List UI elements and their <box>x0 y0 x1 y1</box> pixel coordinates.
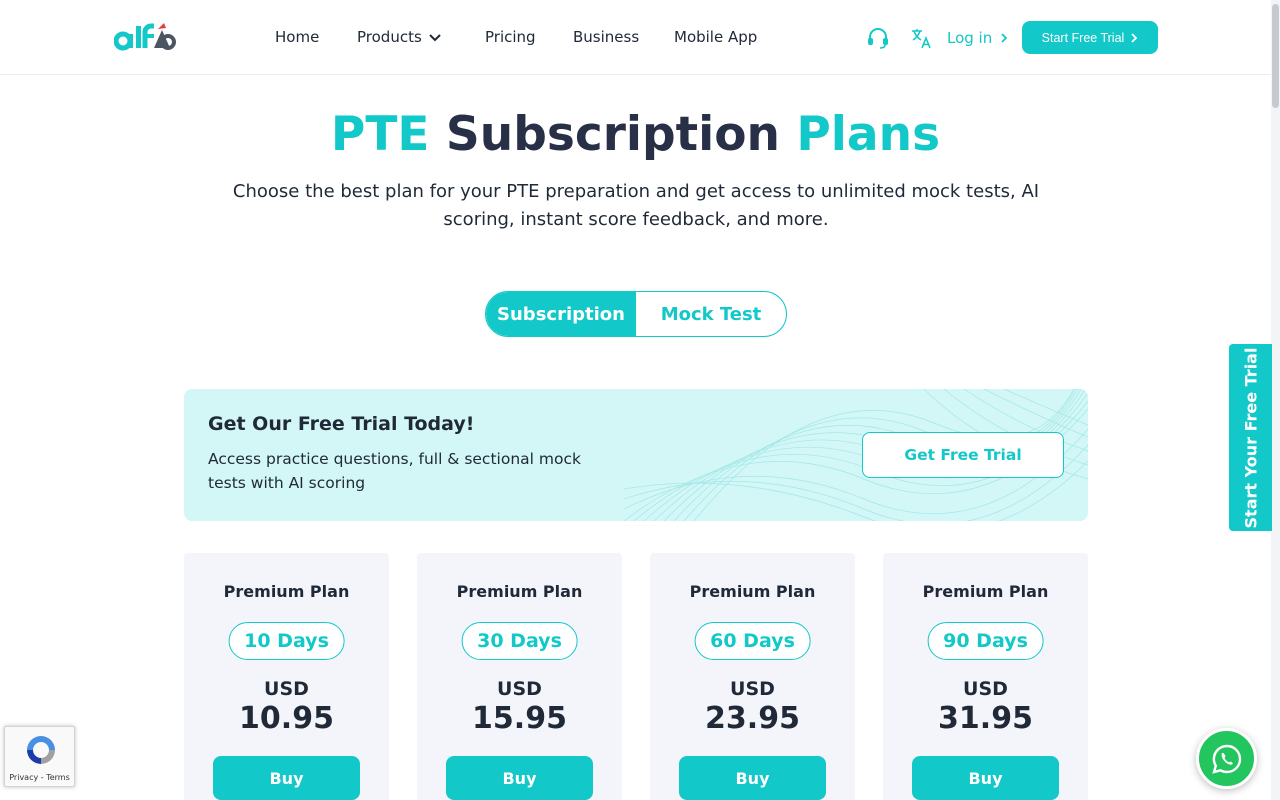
get-free-trial-button[interactable]: Get Free Trial <box>862 432 1064 478</box>
page-title: PTE Subscription Plans <box>0 106 1271 164</box>
recaptcha-badge[interactable]: Privacy - Terms <box>4 726 75 787</box>
start-free-trial-button[interactable]: Start Free Trial <box>1022 21 1158 54</box>
plan-currency: USD <box>264 678 309 700</box>
headset-icon[interactable] <box>866 26 890 50</box>
plan-duration-badge: 30 Days <box>461 622 578 660</box>
translate-icon[interactable] <box>909 26 933 50</box>
plan-name: Premium Plan <box>223 582 350 601</box>
toggle-mock-test[interactable]: Mock Test <box>636 292 786 336</box>
plan-price: 23.95 <box>705 701 800 736</box>
title-part-subscription: Subscription <box>445 107 780 162</box>
buy-button[interactable]: Buy <box>679 756 826 800</box>
plan-currency: USD <box>497 678 542 700</box>
banner-title: Get Our Free Trial Today! <box>208 413 475 435</box>
whatsapp-icon <box>1211 744 1241 774</box>
side-tab-label: Start Your Free Trial <box>1241 347 1260 528</box>
plan-price: 15.95 <box>472 701 567 736</box>
page-subtitle: Choose the best plan for your PTE prepar… <box>232 181 1040 230</box>
login-link[interactable]: Log in <box>947 28 1008 48</box>
buy-button[interactable]: Buy <box>446 756 593 800</box>
nav-products-label: Products <box>357 28 422 46</box>
buy-button[interactable]: Buy <box>213 756 360 800</box>
plan-duration-badge: 90 Days <box>927 622 1044 660</box>
plan-price: 10.95 <box>239 701 334 736</box>
plan-name: Premium Plan <box>456 582 583 601</box>
nav-products[interactable]: Products <box>357 27 442 47</box>
toggle-subscription[interactable]: Subscription <box>486 292 636 336</box>
title-part-pte: PTE <box>330 107 430 162</box>
page-scrollbar[interactable] <box>1271 0 1280 800</box>
alfa-logo[interactable] <box>114 20 176 54</box>
start-free-trial-label: Start Free Trial <box>1041 30 1125 45</box>
buy-button[interactable]: Buy <box>912 756 1059 800</box>
site-header: Home Products Pricing Business Mobile Ap… <box>0 0 1280 75</box>
recaptcha-icon <box>27 736 55 764</box>
title-part-plans: Plans <box>796 107 941 162</box>
banner-text: Access practice questions, full & sectio… <box>208 450 581 492</box>
plan-name: Premium Plan <box>689 582 816 601</box>
nav-business[interactable]: Business <box>573 27 639 47</box>
free-trial-banner: Get Our Free Trial Today! Access practic… <box>184 389 1088 521</box>
nav-mobile-app[interactable]: Mobile App <box>674 27 757 47</box>
plan-name: Premium Plan <box>922 582 1049 601</box>
plan-card-30-days: Premium Plan 30 Days USD 15.95 Buy <box>417 553 622 800</box>
chevron-down-icon <box>429 33 441 41</box>
plan-price: 31.95 <box>938 701 1033 736</box>
chevron-right-icon <box>1131 32 1138 43</box>
start-free-trial-side-tab[interactable]: Start Your Free Trial <box>1229 344 1272 531</box>
nav-home[interactable]: Home <box>275 27 319 47</box>
plan-currency: USD <box>963 678 1008 700</box>
plan-currency: USD <box>730 678 775 700</box>
plan-duration-badge: 10 Days <box>228 622 345 660</box>
nav-pricing[interactable]: Pricing <box>485 27 536 47</box>
chevron-right-icon <box>1001 33 1008 43</box>
plan-type-toggle: Subscription Mock Test <box>485 291 787 337</box>
scrollbar-thumb[interactable] <box>1272 4 1279 108</box>
whatsapp-chat-button[interactable] <box>1196 728 1257 789</box>
plan-card-10-days: Premium Plan 10 Days USD 10.95 Buy <box>184 553 389 800</box>
plan-duration-badge: 60 Days <box>694 622 811 660</box>
recaptcha-links[interactable]: Privacy - Terms <box>5 773 74 782</box>
login-label: Log in <box>947 29 993 47</box>
plan-card-90-days: Premium Plan 90 Days USD 31.95 Buy <box>883 553 1088 800</box>
plan-card-60-days: Premium Plan 60 Days USD 23.95 Buy <box>650 553 855 800</box>
